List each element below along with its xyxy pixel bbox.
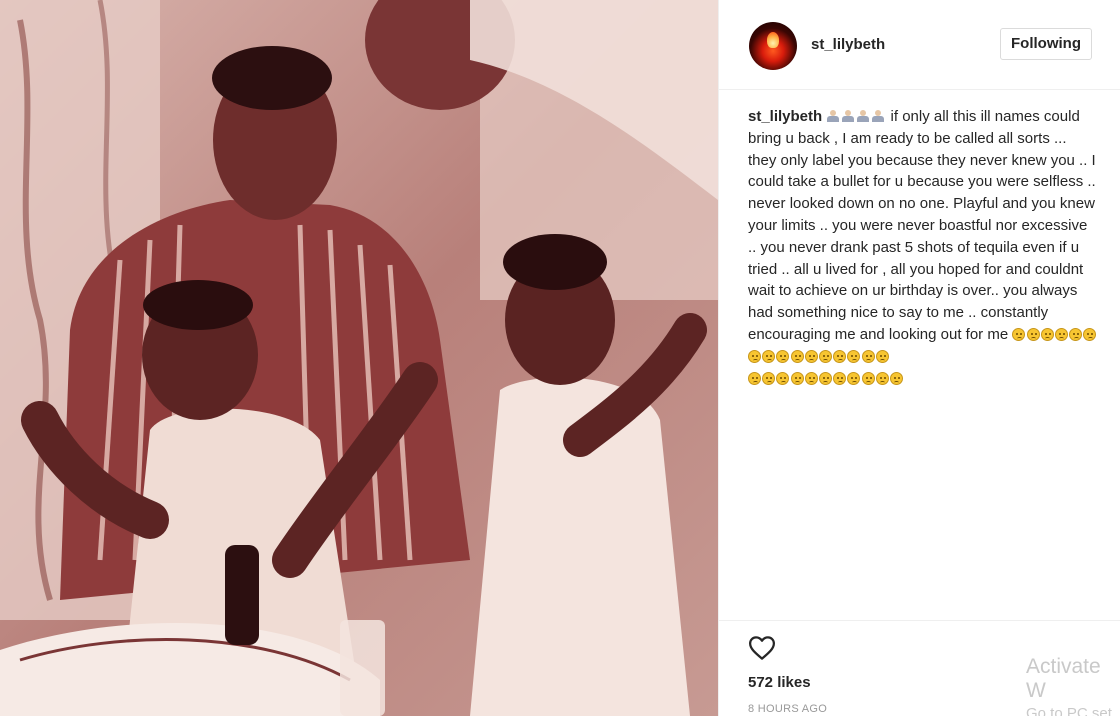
post-photo[interactable] (0, 0, 718, 716)
pray-emoji-icon (826, 110, 840, 122)
username-link[interactable]: st_lilybeth (811, 36, 885, 53)
caption-text: if only all this ill names could bring u… (748, 108, 1096, 343)
sad-face-emoji-icon (804, 371, 818, 385)
post-details-panel: st_lilybeth Following st_lilybeth if onl… (718, 0, 1120, 716)
sad-face-emoji-icon (847, 349, 861, 363)
sad-face-emoji-icon (818, 349, 832, 363)
pray-emoji-icon (856, 110, 870, 122)
sad-face-emoji-icon (762, 371, 776, 385)
sad-face-emoji-icon (790, 349, 804, 363)
sad-face-emoji-icon (776, 371, 790, 385)
pray-emoji-icon (841, 110, 855, 122)
following-button[interactable]: Following (1000, 28, 1092, 60)
sad-face-emoji-icon (833, 349, 847, 363)
sad-face-emoji-icon (1040, 327, 1054, 341)
sad-face-emoji-icon (1069, 327, 1083, 341)
pray-emoji-icon (871, 110, 885, 122)
sad-face-emoji-icon (861, 371, 875, 385)
heart-like-icon[interactable] (747, 633, 777, 663)
family-photo-illustration (0, 0, 718, 716)
sad-face-emoji-icon (833, 371, 847, 385)
sad-face-emoji-icon (889, 371, 903, 385)
avatar[interactable] (749, 22, 797, 70)
sad-face-emoji-icon (875, 349, 889, 363)
sad-face-emoji-icon (847, 371, 861, 385)
sad-face-emoji-icon (748, 349, 761, 363)
sad-emoji-group-2 (748, 370, 904, 387)
candle-flame-icon (767, 32, 779, 48)
sad-face-emoji-icon (1054, 327, 1068, 341)
sad-face-emoji-icon (875, 371, 889, 385)
sad-face-emoji-icon (776, 349, 790, 363)
sad-face-emoji-icon (1012, 327, 1026, 341)
sad-face-emoji-icon (762, 349, 776, 363)
likes-count[interactable]: 572 likes (748, 674, 811, 691)
sad-face-emoji-icon (790, 371, 804, 385)
post-caption: st_lilybeth if only all this ill names c… (748, 106, 1098, 389)
sad-face-emoji-icon (818, 371, 832, 385)
sad-face-emoji-icon (804, 349, 818, 363)
sad-face-emoji-icon (1083, 327, 1097, 341)
sad-face-emoji-icon (748, 371, 761, 385)
post-actions: 572 likes 8 HOURS AGO (719, 620, 1120, 715)
post-timestamp[interactable]: 8 HOURS AGO (748, 703, 827, 715)
post-header: st_lilybeth Following (719, 0, 1120, 90)
caption-username-link[interactable]: st_lilybeth (748, 108, 822, 125)
pray-emoji-group (826, 108, 886, 125)
sad-face-emoji-icon (861, 349, 875, 363)
sad-face-emoji-icon (1026, 327, 1040, 341)
